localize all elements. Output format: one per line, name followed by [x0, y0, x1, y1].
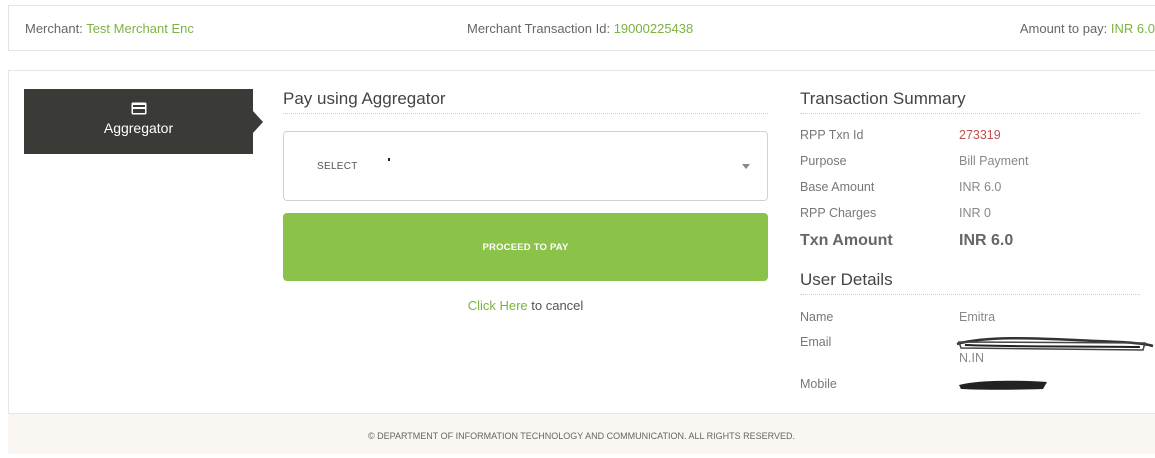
- footer: © DEPARTMENT OF INFORMATION TECHNOLOGY A…: [8, 413, 1155, 454]
- merchant-info-bar: Merchant: Test Merchant Enc Merchant Tra…: [8, 5, 1155, 51]
- user-details-title: User Details: [800, 270, 1140, 295]
- summary-row-base-amount: Base Amount INR 6.0: [800, 180, 1002, 194]
- cancel-line: Click Here to cancel: [283, 298, 768, 313]
- proceed-to-pay-button[interactable]: PROCEED TO PAY: [283, 213, 768, 281]
- tab-aggregator[interactable]: Aggregator: [24, 89, 263, 154]
- cancel-text: to cancel: [527, 298, 584, 313]
- cursor-mark: [388, 158, 390, 161]
- summary-row-rpp-charges: RPP Charges INR 0: [800, 206, 991, 220]
- merchant-transaction-id: Merchant Transaction Id: 19000225438: [467, 21, 694, 36]
- select-value: SELECT: [317, 161, 358, 172]
- redacted-mobile-scribble: [959, 380, 1047, 390]
- payment-section-title: Pay using Aggregator: [283, 89, 768, 114]
- aggregator-select[interactable]: SELECT: [283, 131, 768, 201]
- merchant-name: Merchant: Test Merchant Enc: [25, 21, 194, 36]
- user-row-name: Name Emitra: [800, 310, 996, 324]
- redacted-email-scribble: [956, 336, 1154, 351]
- credit-card-icon: [131, 102, 146, 115]
- summary-row-txn-amount: Txn Amount INR 6.0: [800, 232, 1014, 249]
- summary-row-purpose: Purpose Bill Payment: [800, 154, 1029, 168]
- amount-to-pay: Amount to pay: INR 6.0: [1019, 21, 1155, 36]
- chevron-down-icon: [742, 164, 750, 169]
- cancel-link[interactable]: Click Here: [468, 298, 528, 313]
- summary-row-rpp-txn-id: RPP Txn Id 273319: [800, 128, 1001, 142]
- transaction-summary-title: Transaction Summary: [800, 89, 1140, 114]
- tab-label: Aggregator: [103, 120, 174, 136]
